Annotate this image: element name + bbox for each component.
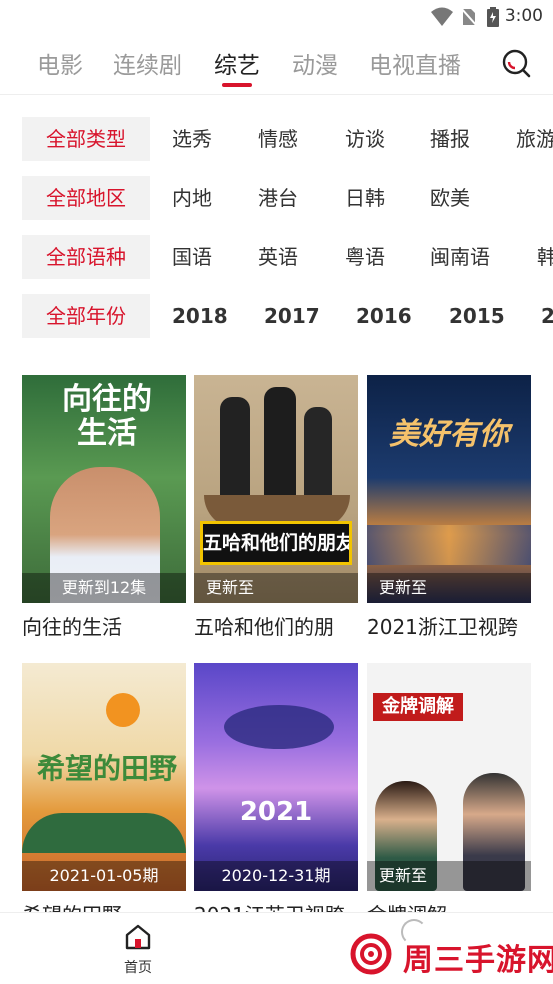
filter-row-type: 全部类型 选秀 情感 访谈 播报 旅游 bbox=[0, 117, 553, 163]
filter-language-option[interactable]: 粤语 bbox=[345, 235, 385, 279]
watermark-text: 周三手游网 bbox=[403, 943, 553, 978]
show-card[interactable]: 2021 2020-12-31期 2021江苏卫视跨 bbox=[194, 663, 358, 928]
filter-language-option[interactable]: 闽南语 bbox=[430, 235, 490, 279]
status-bar: 3:00 bbox=[0, 0, 553, 32]
filter-year-option[interactable]: 2016 bbox=[356, 294, 412, 338]
update-badge: 更新至 bbox=[367, 573, 531, 603]
filter-region-option[interactable]: 欧美 bbox=[430, 176, 470, 220]
show-title: 2021浙江卫视跨 bbox=[367, 615, 518, 639]
filter-year-option[interactable]: 2015 bbox=[449, 294, 505, 338]
home-label: 首页 bbox=[124, 960, 152, 976]
wifi-icon bbox=[431, 7, 453, 26]
show-poster: 金牌调解 更新至 bbox=[367, 663, 531, 891]
watermark: 周三手游网 bbox=[349, 933, 553, 978]
filter-language-all[interactable]: 全部语种 bbox=[22, 235, 150, 279]
poster-logo-text: 金牌调解 bbox=[373, 693, 463, 721]
show-card[interactable]: 向往的生活 更新到12集 向往的生活 bbox=[22, 375, 186, 640]
filter-region-option[interactable]: 内地 bbox=[172, 176, 212, 220]
filter-type-option[interactable]: 旅游 bbox=[516, 117, 553, 161]
filter-year-all[interactable]: 全部年份 bbox=[22, 294, 150, 338]
update-badge: 2021-01-05期 bbox=[22, 861, 186, 891]
filter-type-all[interactable]: 全部类型 bbox=[22, 117, 150, 161]
filter-type-option[interactable]: 播报 bbox=[430, 117, 470, 161]
show-poster: 希望的田野 2021-01-05期 bbox=[22, 663, 186, 891]
filter-language-option[interactable]: 英语 bbox=[258, 235, 298, 279]
tab-series[interactable]: 连续剧 bbox=[113, 46, 182, 80]
category-tabs: 电影 连续剧 综艺 动漫 电视直播 bbox=[0, 36, 553, 95]
badge-circle bbox=[106, 693, 140, 727]
update-badge: 更新至 bbox=[194, 573, 358, 603]
update-badge: 更新至 bbox=[367, 861, 531, 891]
active-tab-indicator bbox=[222, 83, 252, 87]
filter-row-language: 全部语种 国语 英语 粤语 闽南语 韩 bbox=[0, 235, 553, 281]
battery-icon bbox=[487, 7, 499, 27]
tab-variety[interactable]: 综艺 bbox=[214, 46, 260, 80]
show-poster: 美好有你 更新至 bbox=[367, 375, 531, 603]
show-title: 向往的生活 bbox=[22, 615, 122, 639]
no-sim-icon bbox=[461, 7, 477, 27]
poster-logo-text: 希望的田野 bbox=[36, 752, 177, 785]
status-time: 3:00 bbox=[504, 6, 543, 26]
poster-logo-text: 向往的生活 bbox=[62, 382, 152, 451]
filter-year-option[interactable]: 2017 bbox=[264, 294, 320, 338]
home-icon bbox=[125, 924, 151, 950]
tab-movies[interactable]: 电影 bbox=[37, 46, 83, 80]
show-card[interactable]: 美好有你 更新至 2021浙江卫视跨 bbox=[367, 375, 531, 640]
home-nav-item[interactable]: 首页 bbox=[118, 923, 158, 977]
filter-row-region: 全部地区 内地 港台 日韩 欧美 bbox=[0, 176, 553, 222]
update-badge: 更新到12集 bbox=[22, 573, 186, 603]
search-icon[interactable] bbox=[501, 48, 531, 78]
tab-live-tv[interactable]: 电视直播 bbox=[369, 46, 461, 80]
show-card[interactable]: 希望的田野 2021-01-05期 希望的田野 bbox=[22, 663, 186, 928]
filter-type-option[interactable]: 访谈 bbox=[345, 117, 385, 161]
show-poster: 五哈和他们的朋友 更新至 bbox=[194, 375, 358, 603]
filter-region-option[interactable]: 日韩 bbox=[345, 176, 385, 220]
tab-anime[interactable]: 动漫 bbox=[292, 46, 338, 80]
poster-logo-text: 五哈和他们的朋友 bbox=[200, 521, 352, 565]
show-poster: 2021 2020-12-31期 bbox=[194, 663, 358, 891]
bottom-navigation: 首页 周三手游网 bbox=[0, 912, 553, 984]
filter-type-option[interactable]: 选秀 bbox=[172, 117, 212, 161]
filter-region-option[interactable]: 港台 bbox=[258, 176, 298, 220]
filter-region-all[interactable]: 全部地区 bbox=[22, 176, 150, 220]
filter-row-year: 全部年份 2018 2017 2016 2015 2 bbox=[0, 294, 553, 340]
filter-language-option[interactable]: 韩 bbox=[537, 235, 553, 279]
filter-year-option[interactable]: 2018 bbox=[172, 294, 228, 338]
show-card[interactable]: 五哈和他们的朋友 更新至 五哈和他们的朋 bbox=[194, 375, 358, 640]
poster-logo-text: 2021 bbox=[239, 797, 313, 827]
filter-year-option[interactable]: 2 bbox=[541, 294, 553, 338]
whale-graphic bbox=[224, 705, 334, 749]
show-poster: 向往的生活 更新到12集 bbox=[22, 375, 186, 603]
show-card[interactable]: 金牌调解 更新至 金牌调解 bbox=[367, 663, 531, 928]
show-title: 五哈和他们的朋 bbox=[194, 615, 334, 639]
filter-language-option[interactable]: 国语 bbox=[172, 235, 212, 279]
poster-logo-text: 美好有你 bbox=[389, 417, 509, 452]
filter-type-option[interactable]: 情感 bbox=[258, 117, 298, 161]
watermark-logo-icon bbox=[350, 933, 392, 975]
update-badge: 2020-12-31期 bbox=[194, 861, 358, 891]
